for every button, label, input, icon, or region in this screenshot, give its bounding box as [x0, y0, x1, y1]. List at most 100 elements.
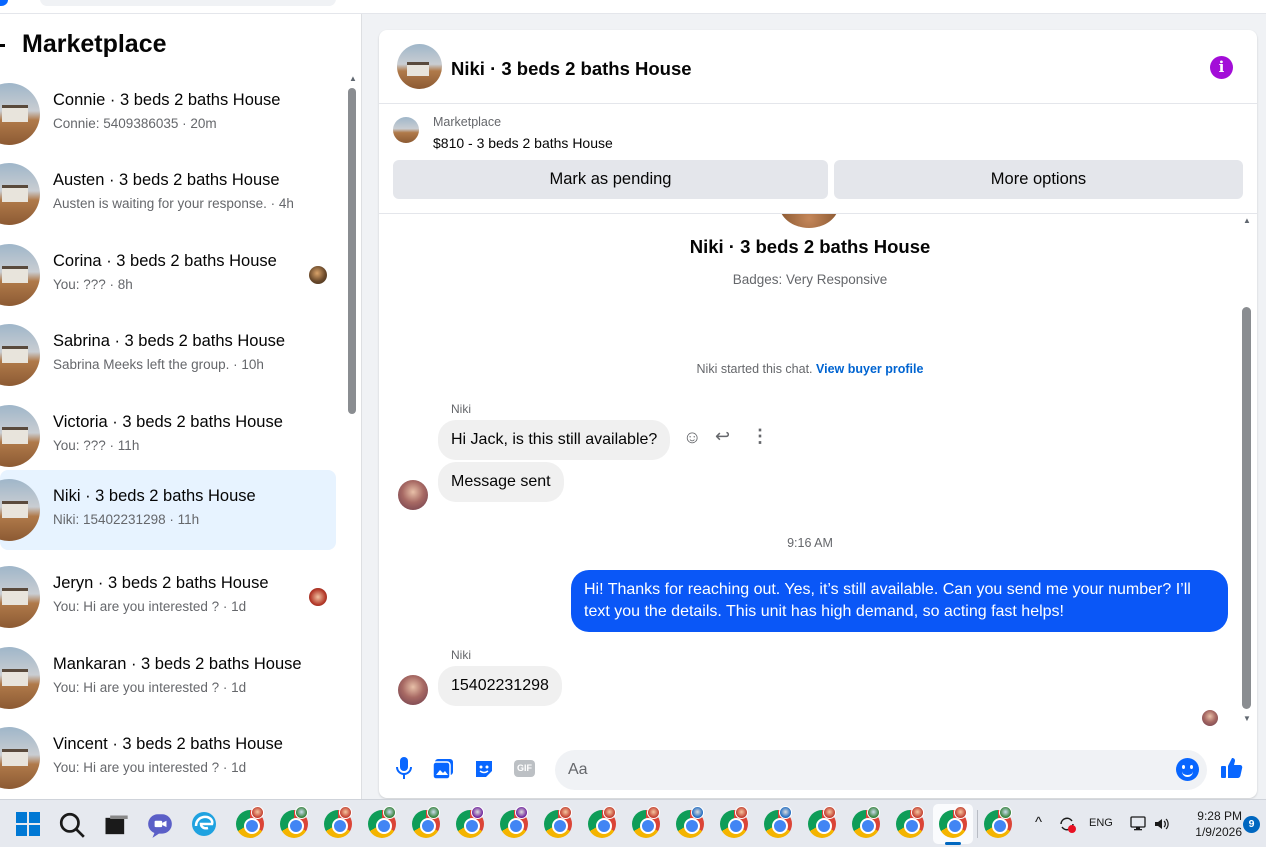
profile-badge-icon [603, 806, 616, 819]
conversation-item[interactable]: Vincent · 3 beds 2 baths House You: Hi a… [0, 718, 336, 798]
volume-icon[interactable] [1153, 815, 1171, 833]
photo-icon[interactable] [432, 758, 454, 780]
facebook-logo-icon[interactable] [0, 0, 8, 6]
profile-badge-icon [515, 806, 528, 819]
chat-avatar[interactable] [397, 44, 442, 89]
listing-thumbnail [0, 405, 40, 467]
conversation-title: Mankaran · 3 beds 2 baths House [53, 655, 302, 673]
chrome-icon[interactable] [852, 806, 880, 838]
sync-icon[interactable] [1057, 814, 1077, 834]
sticker-icon[interactable] [473, 758, 495, 780]
listing-thumbnail [0, 647, 40, 709]
conversation-item[interactable]: Sabrina · 3 beds 2 baths House Sabrina M… [0, 315, 336, 395]
chrome-icon[interactable] [984, 806, 1012, 838]
reply-icon[interactable]: ↩ [715, 426, 730, 447]
chrome-icon[interactable] [896, 806, 924, 838]
conversation-item[interactable]: Jeryn · 3 beds 2 baths House You: Hi are… [0, 557, 336, 637]
chrome-icon[interactable] [500, 806, 528, 838]
chrome-icon[interactable] [368, 806, 396, 838]
sidebar-scrollbar[interactable]: ▲ [346, 74, 358, 799]
scroll-up-arrow-icon[interactable]: ▲ [1243, 216, 1251, 225]
conversation-title: Austen · 3 beds 2 baths House [53, 171, 280, 189]
listing-thumbnail [0, 163, 40, 225]
more-options-button[interactable]: More options [834, 160, 1243, 199]
mark-as-pending-button[interactable]: Mark as pending [393, 160, 828, 199]
scroll-up-arrow-icon[interactable]: ▲ [349, 74, 357, 83]
chrome-icon[interactable] [588, 806, 616, 838]
outgoing-message[interactable]: Hi! Thanks for reaching out. Yes, it’s s… [571, 570, 1228, 632]
network-icon[interactable] [1130, 815, 1148, 833]
profile-badge-icon [735, 806, 748, 819]
chrome-icon-active[interactable] [939, 806, 967, 838]
sender-name: Niki [451, 402, 471, 416]
sender-avatar[interactable] [398, 675, 428, 705]
conversation-title: Vincent · 3 beds 2 baths House [53, 735, 283, 753]
conversation-title: Connie · 3 beds 2 baths House [53, 91, 281, 109]
view-buyer-profile-link[interactable]: View buyer profile [816, 362, 923, 376]
conversation-item-active[interactable]: Niki · 3 beds 2 baths House Niki: 154022… [0, 470, 336, 550]
thread-scrollbar[interactable]: ▲ ▼ [1241, 214, 1253, 736]
notification-badge[interactable]: 9 [1243, 816, 1260, 833]
chat-title[interactable]: Niki · 3 beds 2 baths House [451, 58, 692, 80]
listing-thumbnail [0, 566, 40, 628]
profile-badge-icon [779, 806, 792, 819]
incoming-message[interactable]: 15402231298 [438, 666, 562, 706]
conversation-item[interactable]: Austen · 3 beds 2 baths House Austen is … [0, 154, 336, 234]
chrome-icon[interactable] [676, 806, 704, 838]
task-view-icon[interactable] [102, 812, 130, 840]
conversation-preview: You: Hi are you interested ? · 1d [53, 680, 247, 695]
chrome-icon[interactable] [544, 806, 572, 838]
chevron-up-icon[interactable]: ^ [1035, 814, 1042, 831]
profile-badge-icon [559, 806, 572, 819]
chrome-icon[interactable] [412, 806, 440, 838]
search-icon[interactable] [58, 811, 86, 839]
gif-icon[interactable]: GIF [514, 760, 535, 777]
react-icon[interactable]: ☺ [683, 427, 701, 448]
conversation-item[interactable]: Connie · 3 beds 2 baths House Connie: 54… [0, 74, 336, 154]
active-app-indicator [945, 842, 961, 845]
conversation-item[interactable]: Mankaran · 3 beds 2 baths House You: Hi … [0, 638, 336, 718]
scrollbar-thumb[interactable] [348, 88, 356, 414]
chrome-icon[interactable] [236, 806, 264, 838]
listing-price-title[interactable]: $810 - 3 beds 2 baths House [433, 135, 613, 151]
conversation-item[interactable]: Victoria · 3 beds 2 baths House You: ???… [0, 396, 336, 476]
search-input[interactable] [40, 0, 336, 6]
conversation-item[interactable]: Corina · 3 beds 2 baths House You: ??? ·… [0, 235, 336, 315]
message-input[interactable] [555, 750, 1207, 790]
seen-avatar [309, 266, 327, 284]
profile-badge-icon [867, 806, 880, 819]
conversation-title: Victoria · 3 beds 2 baths House [53, 413, 283, 431]
scrollbar-thumb[interactable] [1242, 307, 1251, 709]
profile-badges: Badges: Very Responsive [732, 272, 888, 287]
chrome-icon[interactable] [720, 806, 748, 838]
profile-badge-icon [999, 806, 1012, 819]
more-icon[interactable]: ⋮ [751, 426, 769, 447]
listing-thumbnail [0, 83, 40, 145]
emoji-icon[interactable] [1176, 758, 1199, 781]
scroll-down-arrow-icon[interactable]: ▼ [1243, 714, 1251, 723]
language-indicator[interactable]: ENG [1089, 817, 1113, 829]
profile-badge-icon [647, 806, 660, 819]
incoming-message[interactable]: Hi Jack, is this still available? [438, 420, 671, 460]
incoming-message[interactable]: Message sent [438, 462, 564, 502]
profile-badge-icon [911, 806, 924, 819]
microphone-icon[interactable] [395, 756, 413, 780]
chrome-icon[interactable] [808, 806, 836, 838]
chrome-icon[interactable] [280, 806, 308, 838]
conversation-preview: You: Hi are you interested ? · 1d [53, 760, 247, 775]
conversation-preview: Niki: 15402231298 · 11h [53, 512, 200, 527]
edge-browser-icon[interactable] [190, 810, 218, 838]
like-icon[interactable] [1220, 756, 1244, 780]
sender-avatar[interactable] [398, 480, 428, 510]
info-icon[interactable]: i [1210, 56, 1233, 79]
system-clock[interactable]: 9:28 PM 1/9/2026 [1180, 808, 1242, 840]
chrome-icon[interactable] [764, 806, 792, 838]
chrome-icon[interactable] [324, 806, 352, 838]
chat-started-text: Niki started this chat. [696, 362, 817, 376]
start-button-icon[interactable] [16, 812, 40, 836]
chrome-icon[interactable] [632, 806, 660, 838]
chrome-icon[interactable] [456, 806, 484, 838]
back-arrow-icon[interactable] [0, 44, 5, 47]
teams-chat-icon[interactable] [146, 811, 174, 839]
listing-thumbnail[interactable] [393, 117, 419, 143]
